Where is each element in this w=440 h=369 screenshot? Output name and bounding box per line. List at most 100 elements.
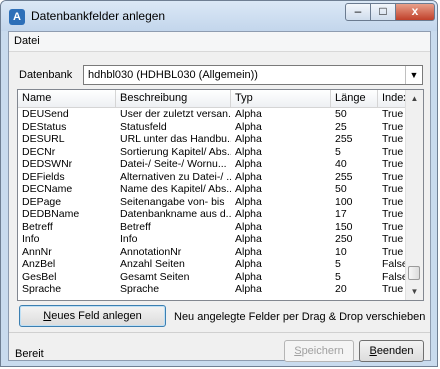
cell-laenge: 5 (335, 145, 341, 158)
cell-laenge: 10 (335, 245, 347, 258)
cell-typ: Alpha (235, 108, 262, 120)
cell-typ: Alpha (235, 283, 262, 295)
cell-name: Betreff (22, 220, 53, 233)
cell-beschreibung: Datenbankname aus d... (120, 208, 231, 220)
column-header-index[interactable]: Index... (378, 90, 418, 107)
title-bar[interactable]: A Datenbankfelder anlegen – □ x (1, 1, 437, 31)
cell-laenge: 40 (335, 158, 347, 170)
cell-name: AnnNr (22, 245, 52, 258)
dialog-window: A Datenbankfelder anlegen – □ x Datei Da… (0, 0, 438, 367)
cell-index: True (382, 245, 404, 258)
cell-index: True (382, 170, 404, 183)
cell-laenge: 50 (335, 108, 347, 120)
cell-name: Sprache (22, 283, 62, 295)
cell-beschreibung: Anzahl Seiten (120, 258, 185, 270)
column-header-laenge[interactable]: Länge (331, 90, 378, 107)
cell-index: False (382, 258, 408, 270)
cell-name: DECName (22, 183, 73, 195)
cell-typ: Alpha (235, 133, 262, 145)
cell-beschreibung: Alternativen zu Datei-/ ... (120, 170, 231, 183)
cell-beschreibung: AnnotationNr (120, 245, 182, 258)
close-button[interactable]: x (395, 3, 435, 21)
maximize-button[interactable]: □ (370, 3, 396, 21)
cell-index: False (382, 270, 408, 283)
database-value: hdhbl030 (HDHBL030 (Allgemein)) (88, 69, 258, 81)
scroll-down-icon[interactable]: ▼ (406, 283, 423, 300)
menu-datei[interactable]: Datei (14, 35, 40, 47)
column-header-name[interactable]: Name (18, 90, 116, 107)
table-row[interactable]: Betreff Betreff Alpha 150 True (18, 221, 408, 234)
table-row[interactable]: DEDBName Datenbankname aus d... Alpha 17 Tru… (18, 208, 408, 221)
vertical-scrollbar[interactable]: ▲ ▼ (405, 90, 423, 300)
cell-laenge: 50 (335, 183, 347, 195)
cell-typ: Alpha (235, 270, 262, 283)
cell-name: DEPage (22, 195, 62, 208)
cell-typ: Alpha (235, 245, 262, 258)
cell-index: True (382, 183, 404, 195)
database-select[interactable]: hdhbl030 (HDHBL030 (Allgemein)) ▼ (83, 65, 423, 85)
minimize-button[interactable]: – (345, 3, 371, 21)
cell-typ: Alpha (235, 258, 262, 270)
cell-index: True (382, 145, 404, 158)
table-row[interactable]: DEStatus Statusfeld Alpha 25 True (18, 121, 408, 134)
save-button[interactable]: Speichern (284, 340, 354, 362)
table-row[interactable]: AnzBel Anzahl Seiten Alpha 5 False (18, 258, 408, 271)
cell-beschreibung: Datei-/ Seite-/ Wornu... (120, 158, 227, 170)
cell-name: DEUSend (22, 108, 69, 120)
table-row[interactable]: Sprache Sprache Alpha 20 True (18, 283, 408, 296)
database-label: Datenbank (19, 69, 73, 81)
cell-name: DECNr (22, 145, 56, 158)
table-row[interactable]: AnnNr AnnotationNr Alpha 10 True (18, 246, 408, 259)
chevron-down-icon[interactable]: ▼ (405, 66, 422, 84)
exit-label: eenden (376, 345, 414, 357)
cell-index: True (382, 195, 404, 208)
window-title: Datenbankfelder anlegen (31, 9, 166, 23)
cell-beschreibung: Sortierung Kapitel/ Abs... (120, 145, 231, 158)
table-row[interactable]: DEFields Alternativen zu Datei-/ ... Alpha… (18, 171, 408, 184)
save-label: peichern (301, 345, 344, 357)
menu-bar: Datei (9, 32, 430, 52)
fields-table[interactable]: Name Beschreibung Typ Länge Index... DEU… (17, 89, 424, 301)
cell-beschreibung: Seitenangabe von- bis (120, 195, 225, 208)
cell-index: True (382, 220, 404, 233)
new-field-button[interactable]: Neues Feld anlegen (19, 305, 166, 327)
cell-index: True (382, 158, 404, 170)
cell-beschreibung: Info (120, 233, 138, 245)
table-row[interactable]: DEDSWNr Datei-/ Seite-/ Wornu... Alpha 40 Tr… (18, 158, 408, 171)
cell-typ: Alpha (235, 145, 262, 158)
table-row[interactable]: DECNr Sortierung Kapitel/ Abs... Alpha 5 Tru… (18, 146, 408, 159)
column-header-beschreibung[interactable]: Beschreibung (116, 90, 231, 107)
cell-name: DESURL (22, 133, 65, 145)
table-row[interactable]: DECName Name des Kapitel/ Abs... Alpha 50 Tr… (18, 183, 408, 196)
column-header-typ[interactable]: Typ (231, 90, 331, 107)
table-row[interactable]: DESURL URL unter das Handbu... Alpha 255 Tru… (18, 133, 408, 146)
divider (9, 332, 430, 333)
cell-index: True (382, 283, 404, 295)
cell-laenge: 17 (335, 208, 347, 220)
cell-typ: Alpha (235, 195, 262, 208)
cell-laenge: 255 (335, 170, 353, 183)
table-row[interactable]: Info Info Alpha 250 True (18, 233, 408, 246)
cell-laenge: 250 (335, 233, 353, 245)
cell-laenge: 20 (335, 283, 347, 295)
cell-name: AnzBel (22, 258, 56, 270)
cell-typ: Alpha (235, 208, 262, 220)
exit-mnemonic: B (369, 345, 377, 357)
cell-beschreibung: User der zuletzt versan... (120, 108, 231, 120)
cell-index: True (382, 133, 404, 145)
cell-beschreibung: Betreff (120, 220, 151, 233)
scrollbar-thumb[interactable] (408, 266, 420, 280)
table-row[interactable]: DEPage Seitenangabe von- bis Alpha 100 True (18, 196, 408, 209)
cell-laenge: 25 (335, 120, 347, 133)
cell-beschreibung: Name des Kapitel/ Abs... (120, 183, 231, 195)
exit-button[interactable]: Beenden (359, 340, 424, 362)
save-mnemonic: S (294, 345, 302, 357)
cell-name: Info (22, 233, 40, 245)
cell-typ: Alpha (235, 183, 262, 195)
table-row[interactable]: GesBel Gesamt Seiten Alpha 5 False (18, 271, 408, 284)
cell-name: DEDSWNr (22, 158, 73, 170)
scroll-up-icon[interactable]: ▲ (406, 90, 423, 107)
table-row[interactable]: DEUSend User der zuletzt versan... Alpha 50… (18, 108, 408, 121)
cell-beschreibung: Statusfeld (120, 120, 167, 133)
cell-laenge: 100 (335, 195, 353, 208)
